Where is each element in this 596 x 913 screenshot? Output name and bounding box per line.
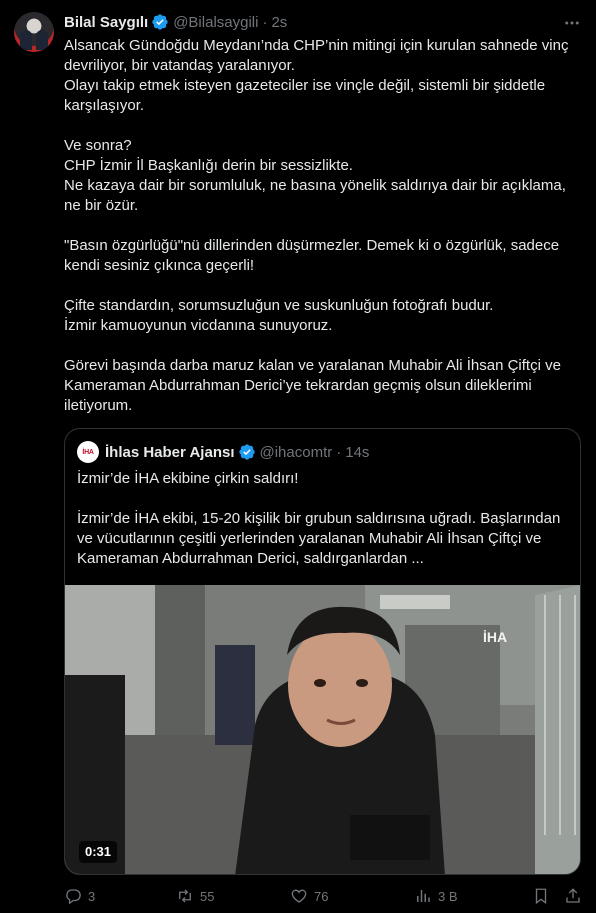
- tweet-line: Alsancak Gündoğdu Meydanı’nda CHP’nin mi…: [64, 37, 569, 74]
- quoted-paragraph: İzmir’de İHA ekibi, 15-20 kişilik bir gr…: [77, 510, 561, 567]
- tweet-header: Bilal Saygılı @Bilalsaygili · 2s: [64, 12, 287, 32]
- tweet-line: Olayı takip etmek isteyen gazeteciler is…: [64, 77, 546, 114]
- views-count: 3 B: [438, 888, 458, 904]
- author-name[interactable]: Bilal Saygılı: [64, 14, 148, 31]
- quoted-author-name: İhlas Haber Ajansı: [105, 443, 235, 461]
- tweet-line: Ve sonra?: [64, 137, 132, 154]
- quoted-author-avatar: İHA: [77, 441, 99, 463]
- retweet-icon: [179, 889, 191, 903]
- iha-watermark: İHA: [483, 629, 508, 645]
- quoted-headline: İzmir’de İHA ekibine çirkin saldırı!: [77, 470, 299, 487]
- tweet-line: İzmir kamuoyunun vicdanına sunuyoruz.: [64, 317, 333, 334]
- retweet-count: 55: [200, 888, 215, 904]
- quoted-tweet-time: 14s: [345, 443, 370, 461]
- video-duration: 0:31: [79, 841, 118, 863]
- heart-icon: [291, 889, 307, 903]
- action-bar: 3 55 76 3 B: [64, 884, 584, 908]
- reply-button[interactable]: 3: [64, 887, 95, 905]
- share-icon: [566, 888, 580, 903]
- iha-logo-text: İHA: [82, 448, 94, 456]
- author-handle[interactable]: @Bilalsaygili: [173, 14, 258, 31]
- more-button[interactable]: [560, 11, 584, 35]
- bookmark-icon: [535, 888, 547, 905]
- tweet-line: Görevi başında darba maruz kalan ve yara…: [64, 357, 561, 414]
- verified-badge-icon: [152, 14, 168, 30]
- like-button[interactable]: 76: [290, 887, 328, 905]
- tweet-text: Alsancak Gündoğdu Meydanı’nda CHP’nin mi…: [64, 36, 584, 416]
- views-button[interactable]: 3 B: [414, 887, 458, 905]
- reply-count: 3: [88, 888, 96, 904]
- tweet-article[interactable]: Bilal Saygılı @Bilalsaygili · 2s Alsanca…: [0, 0, 596, 913]
- tweet-line: "Basın özgürlüğü"nü dillerinden düşürmez…: [64, 237, 560, 274]
- share-button[interactable]: [564, 887, 582, 905]
- tweet-line: CHP İzmir İl Başkanlığı derin bir sessiz…: [64, 157, 353, 174]
- separator-dot: ·: [336, 443, 342, 461]
- quoted-author-handle: @ihacomtr: [259, 443, 333, 461]
- verified-badge-icon: [238, 444, 255, 460]
- quoted-tweet[interactable]: İHA İhlas Haber Ajansı @ihacomtr · 14s İ…: [64, 428, 581, 875]
- quoted-tweet-text: İzmir’de İHA ekibine çirkin saldırı! İzm…: [77, 469, 572, 569]
- views-icon: [417, 890, 430, 902]
- author-avatar[interactable]: [14, 12, 54, 52]
- tweet-line: Ne kazaya dair bir sorumluluk, ne basına…: [64, 177, 566, 214]
- tweet-line: Çifte standardın, sorumsuzluğun ve susku…: [64, 297, 494, 314]
- reply-icon: [66, 889, 81, 905]
- like-count: 76: [314, 888, 329, 904]
- more-icon: [565, 21, 579, 25]
- bookmark-button[interactable]: [532, 887, 550, 905]
- quoted-tweet-header: İHA İhlas Haber Ajansı @ihacomtr · 14s: [77, 441, 370, 463]
- separator-dot: ·: [262, 13, 268, 31]
- video-player[interactable]: İHA 0:31: [65, 585, 580, 874]
- retweet-button[interactable]: 55: [176, 887, 214, 905]
- tweet-time[interactable]: 2s: [271, 14, 287, 31]
